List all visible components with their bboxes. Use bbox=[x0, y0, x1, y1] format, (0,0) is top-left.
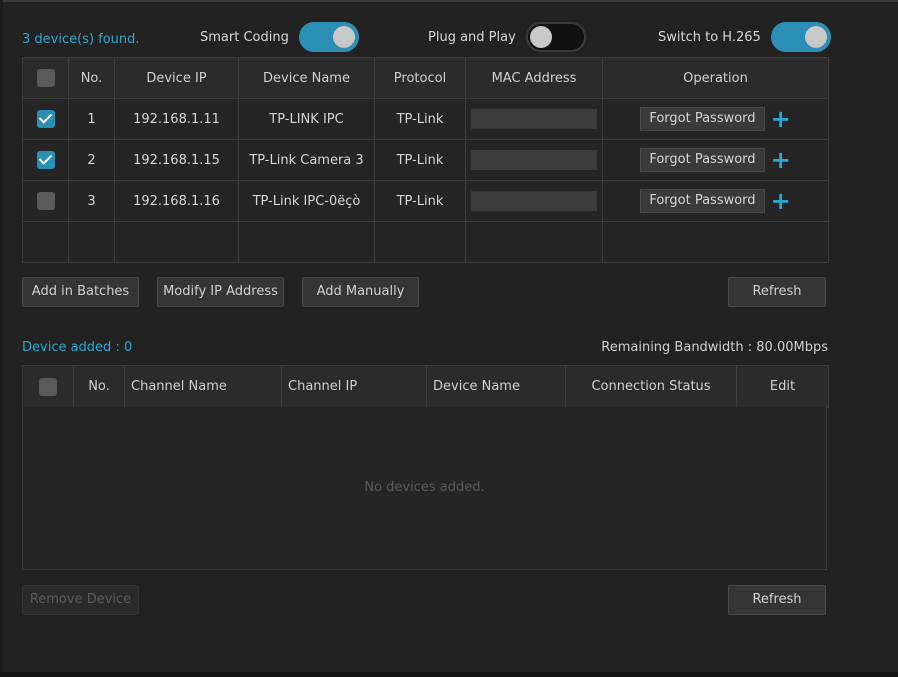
col-header-connection-status: Connection Status bbox=[565, 365, 737, 408]
row-mac-cell bbox=[465, 139, 603, 181]
device-added-count: Device added : 0 bbox=[22, 340, 133, 355]
row-mac-cell bbox=[465, 180, 603, 222]
forgot-password-button[interactable]: Forgot Password bbox=[640, 189, 765, 213]
added-devices-table: No. Channel Name Channel IP Device Name … bbox=[22, 365, 829, 408]
row-device-ip: 192.168.1.11 bbox=[114, 98, 239, 140]
devices-found-text: 3 device(s) found. bbox=[22, 32, 140, 47]
add-in-batches-button[interactable]: Add in Batches bbox=[22, 277, 139, 307]
col-header-mac-address: MAC Address bbox=[465, 57, 603, 99]
row-checkbox[interactable] bbox=[36, 151, 55, 169]
row-protocol: TP-Link bbox=[374, 180, 466, 222]
bottom-border bbox=[0, 672, 898, 677]
row-mac-cell bbox=[465, 98, 603, 140]
mac-address-redacted bbox=[471, 109, 597, 129]
col-header-operation: Operation bbox=[602, 57, 829, 99]
row-protocol: TP-Link bbox=[374, 139, 466, 181]
col-header-no: No. bbox=[73, 365, 125, 408]
row-operation: Forgot Password + bbox=[602, 180, 829, 222]
plus-icon[interactable]: + bbox=[771, 189, 791, 213]
left-border bbox=[0, 0, 3, 677]
plug-and-play-toggle-group: Plug and Play bbox=[428, 22, 586, 52]
mac-address-redacted bbox=[471, 191, 597, 211]
forgot-password-button[interactable]: Forgot Password bbox=[640, 148, 765, 172]
col-header-device-name: Device Name bbox=[426, 365, 566, 408]
refresh-added-button[interactable]: Refresh bbox=[728, 585, 826, 615]
row-device-name: TP-LINK IPC bbox=[238, 98, 375, 140]
row-device-name: TP-Link Camera 3 bbox=[238, 139, 375, 181]
row-no: 3 bbox=[68, 180, 115, 222]
table-header-row: No. Device IP Device Name Protocol MAC A… bbox=[22, 57, 829, 99]
select-all-checkbox[interactable] bbox=[39, 377, 57, 396]
remaining-bandwidth: Remaining Bandwidth : 80.00Mbps bbox=[601, 340, 828, 355]
modify-ip-address-button[interactable]: Modify IP Address bbox=[157, 277, 284, 307]
table-header-row: No. Channel Name Channel IP Device Name … bbox=[22, 365, 829, 408]
toggle-knob bbox=[529, 26, 552, 48]
row-protocol: TP-Link bbox=[374, 98, 466, 140]
col-header-edit: Edit bbox=[736, 365, 829, 408]
top-border bbox=[0, 0, 898, 2]
smart-coding-toggle[interactable] bbox=[298, 22, 359, 52]
row-device-ip: 192.168.1.15 bbox=[114, 139, 239, 181]
add-manually-button[interactable]: Add Manually bbox=[302, 277, 419, 307]
h265-toggle-group: Switch to H.265 bbox=[658, 22, 831, 52]
added-devices-empty-area: No devices added. bbox=[22, 407, 827, 570]
toggle-knob bbox=[332, 26, 355, 48]
remove-device-button[interactable]: Remove Device bbox=[22, 585, 139, 615]
smart-coding-toggle-group: Smart Coding bbox=[200, 22, 359, 52]
forgot-password-button[interactable]: Forgot Password bbox=[640, 107, 765, 131]
col-header-no: No. bbox=[68, 57, 115, 99]
refresh-found-button[interactable]: Refresh bbox=[728, 277, 826, 307]
select-all-cell bbox=[22, 365, 74, 408]
plug-and-play-toggle[interactable] bbox=[525, 22, 586, 52]
plug-and-play-label: Plug and Play bbox=[428, 29, 516, 45]
plus-icon[interactable]: + bbox=[771, 107, 791, 131]
row-select-cell bbox=[22, 180, 69, 222]
select-all-cell bbox=[22, 57, 69, 99]
row-checkbox[interactable] bbox=[36, 110, 55, 128]
table-row: 1 192.168.1.11 TP-LINK IPC TP-Link Forgo… bbox=[22, 98, 829, 140]
empty-message: No devices added. bbox=[364, 480, 485, 495]
empty-table-row bbox=[22, 221, 829, 263]
found-devices-table: No. Device IP Device Name Protocol MAC A… bbox=[22, 57, 829, 263]
table-row: 2 192.168.1.15 TP-Link Camera 3 TP-Link … bbox=[22, 139, 829, 181]
col-header-device-name: Device Name bbox=[238, 57, 375, 99]
col-header-channel-name: Channel Name bbox=[124, 365, 282, 408]
col-header-channel-ip: Channel IP bbox=[281, 365, 427, 408]
table-row: 3 192.168.1.16 TP-Link IPC-0ëçò TP-Link … bbox=[22, 180, 829, 222]
row-device-name: TP-Link IPC-0ëçò bbox=[238, 180, 375, 222]
plus-icon[interactable]: + bbox=[771, 148, 791, 172]
row-operation: Forgot Password + bbox=[602, 139, 829, 181]
row-operation: Forgot Password + bbox=[602, 98, 829, 140]
h265-toggle[interactable] bbox=[770, 22, 831, 52]
row-select-cell bbox=[22, 139, 69, 181]
row-select-cell bbox=[22, 98, 69, 140]
row-no: 1 bbox=[68, 98, 115, 140]
h265-label: Switch to H.265 bbox=[658, 29, 761, 45]
select-all-checkbox[interactable] bbox=[36, 69, 55, 87]
row-device-ip: 192.168.1.16 bbox=[114, 180, 239, 222]
col-header-device-ip: Device IP bbox=[114, 57, 239, 99]
toggle-knob bbox=[804, 26, 827, 48]
row-no: 2 bbox=[68, 139, 115, 181]
row-checkbox[interactable] bbox=[36, 192, 55, 210]
smart-coding-label: Smart Coding bbox=[200, 29, 289, 45]
mac-address-redacted bbox=[471, 150, 597, 170]
col-header-protocol: Protocol bbox=[374, 57, 466, 99]
